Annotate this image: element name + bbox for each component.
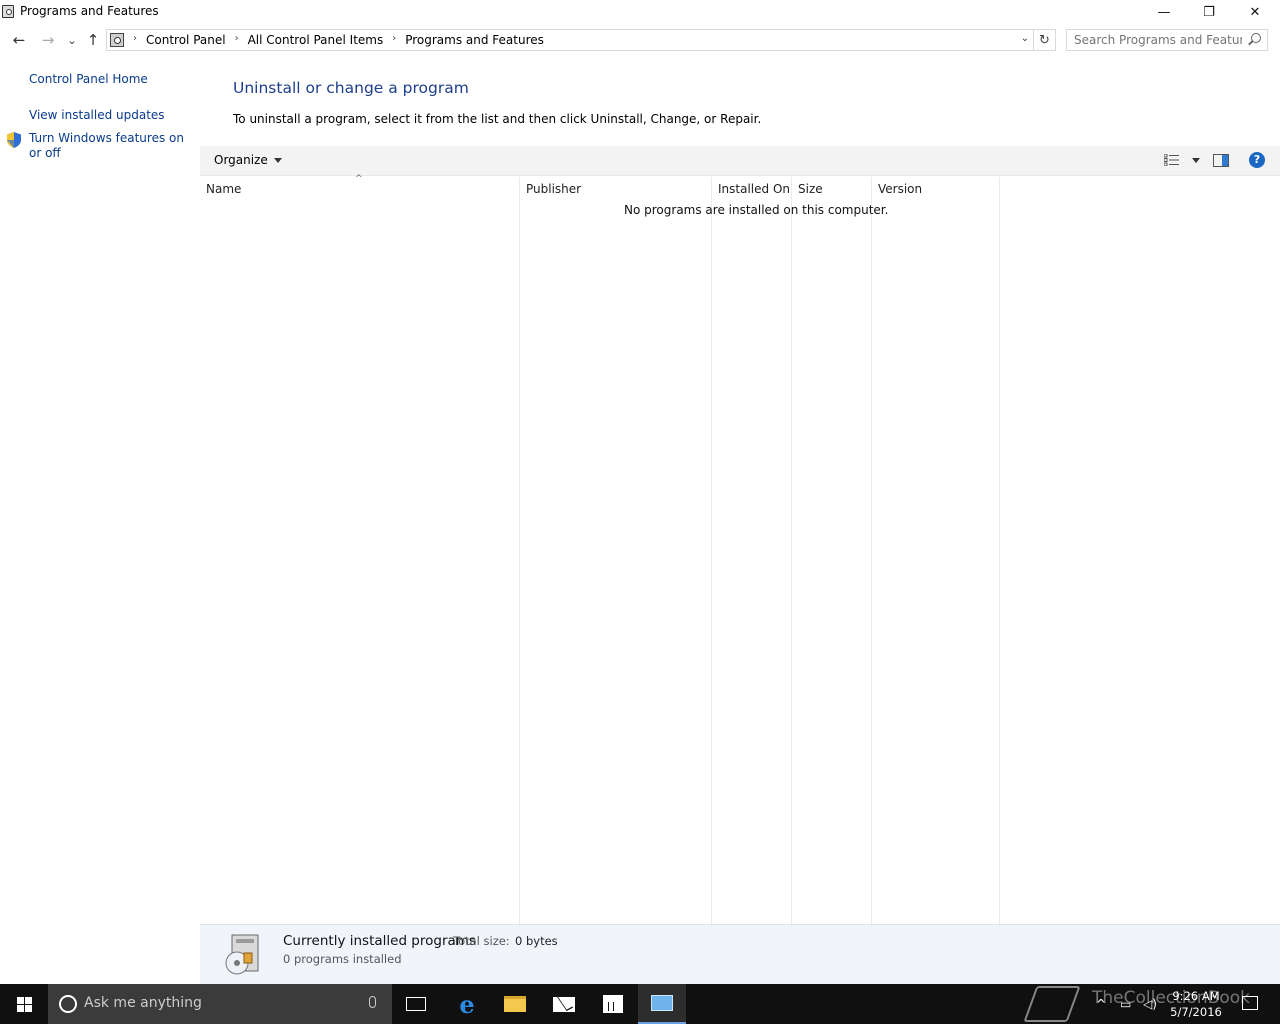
breadcrumb: › Control Panel › All Control Panel Item… (131, 33, 544, 47)
title-bar: Programs and Features — ❐ ✕ (0, 0, 1280, 24)
microphone-icon[interactable] (369, 996, 376, 1008)
windows-logo-icon (16, 996, 32, 1012)
help-icon[interactable]: ? (1249, 152, 1265, 168)
column-label: Installed On (718, 182, 790, 196)
address-dropdown-button[interactable]: ⌄ (1021, 33, 1029, 44)
edge-icon: e (459, 989, 475, 1019)
network-icon[interactable]: ▭ (1120, 997, 1131, 1011)
column-label: Size (798, 182, 823, 196)
maximize-button[interactable]: ❐ (1186, 0, 1232, 24)
column-header-name[interactable]: ^ Name (200, 174, 520, 924)
cortana-search-box[interactable]: Ask me anything (48, 984, 392, 1024)
column-header-installed-on[interactable]: Installed On (712, 177, 792, 924)
details-pane: Currently installed programs Total size:… (200, 924, 1280, 984)
breadcrumb-separator[interactable]: › (235, 33, 239, 47)
edge-button[interactable]: e (443, 984, 491, 1024)
close-button[interactable]: ✕ (1232, 0, 1278, 24)
column-header-size[interactable]: Size (792, 177, 872, 924)
search-box[interactable] (1066, 29, 1268, 51)
windows-features-link[interactable]: Turn Windows features on or off (29, 131, 194, 161)
control-panel-home-link[interactable]: Control Panel Home (29, 72, 148, 87)
cortana-placeholder: Ask me anything (84, 995, 202, 1011)
program-count: 0 programs installed (283, 952, 402, 966)
watermark-book-icon (1023, 986, 1081, 1022)
clock-date: 5/7/2016 (1170, 1005, 1222, 1019)
store-icon (603, 995, 623, 1013)
show-hidden-icons-icon[interactable]: ^ (1096, 997, 1106, 1011)
mail-icon (553, 996, 575, 1012)
cortana-icon (59, 995, 77, 1013)
clock[interactable]: 9:26 AM 5/7/2016 (1170, 988, 1222, 1020)
view-installed-updates-link[interactable]: View installed updates (29, 108, 165, 123)
control-panel-icon (110, 33, 124, 47)
total-size-label: Total size: (453, 934, 510, 948)
column-label: Name (206, 182, 242, 196)
breadcrumb-separator[interactable]: › (392, 33, 396, 47)
total-size-value: 0 bytes (515, 934, 558, 948)
breadcrumb-separator: › (133, 33, 137, 44)
column-header-publisher[interactable]: Publisher (520, 177, 712, 924)
organize-button[interactable]: Organize (214, 153, 282, 167)
column-label: Version (878, 182, 923, 196)
change-view-icon[interactable] (1164, 154, 1179, 166)
control-panel-taskbar-button[interactable] (638, 984, 686, 1024)
programs-features-icon (2, 5, 14, 18)
action-center-icon[interactable] (1242, 996, 1258, 1010)
folder-icon (504, 996, 526, 1012)
clock-time: 9:26 AM (1172, 989, 1220, 1003)
task-view-icon (406, 997, 426, 1011)
organize-label: Organize (214, 153, 268, 167)
taskbar: Ask me anything e TheCollectionBook ^ ▭ … (0, 984, 1280, 1024)
search-input[interactable] (1067, 30, 1242, 50)
command-bar: Organize ? (200, 146, 1280, 176)
task-view-button[interactable] (392, 984, 440, 1024)
minimize-button[interactable]: — (1141, 0, 1187, 24)
store-button[interactable] (589, 984, 637, 1024)
search-icon[interactable] (1251, 33, 1261, 43)
mail-button[interactable] (540, 984, 588, 1024)
column-label: Publisher (526, 182, 582, 196)
installer-box-icon (225, 934, 259, 975)
column-header-version[interactable]: Version (872, 177, 1000, 924)
uac-shield-icon (7, 132, 21, 148)
details-title: Currently installed programs (283, 933, 476, 949)
back-button[interactable]: ← (9, 28, 29, 52)
forward-button[interactable]: → (38, 28, 58, 52)
page-title: Uninstall or change a program (233, 79, 469, 97)
page-description: To uninstall a program, select it from t… (233, 112, 762, 126)
breadcrumb-all-items[interactable]: All Control Panel Items (248, 33, 384, 47)
empty-list-message: No programs are installed on this comput… (624, 203, 889, 217)
control-panel-icon (651, 995, 673, 1011)
breadcrumb-control-panel[interactable]: Control Panel (146, 33, 226, 47)
refresh-button[interactable]: ↻ (1034, 29, 1056, 51)
navigation-bar: ← → ⌄ ↑ › Control Panel › All Control Pa… (0, 28, 1280, 52)
more-options-icon[interactable] (1192, 158, 1200, 163)
volume-icon[interactable]: ◁) (1143, 997, 1157, 1011)
program-list[interactable]: ^ Name Publisher Installed On Size Versi… (200, 174, 1280, 924)
start-button[interactable] (0, 984, 48, 1024)
recent-locations-button[interactable]: ⌄ (62, 28, 82, 52)
preview-pane-icon[interactable] (1213, 154, 1229, 167)
breadcrumb-programs-features[interactable]: Programs and Features (405, 33, 544, 47)
sort-ascending-icon: ^ (355, 174, 363, 184)
up-button[interactable]: ↑ (83, 28, 103, 52)
address-bar[interactable]: › Control Panel › All Control Panel Item… (106, 29, 1034, 51)
chevron-down-icon (273, 158, 282, 163)
window-title: Programs and Features (20, 4, 159, 18)
file-explorer-button[interactable] (491, 984, 539, 1024)
